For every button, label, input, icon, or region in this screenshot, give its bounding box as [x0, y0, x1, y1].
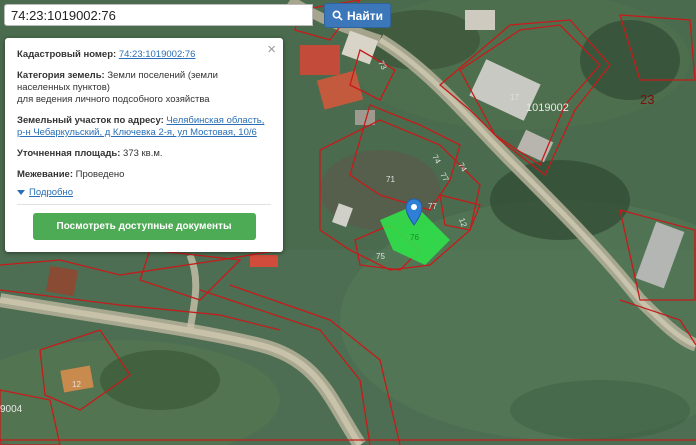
search-icon: [332, 10, 343, 21]
details-toggle[interactable]: Подробно: [17, 187, 271, 198]
selected-parcel-label: 76: [410, 233, 419, 242]
area-value: 373 кв.м.: [123, 148, 163, 159]
search-input[interactable]: [4, 4, 313, 26]
quarter-label: 23: [640, 92, 654, 107]
category-value-line1: Земли поселений (земли: [107, 70, 218, 81]
caret-down-icon: [17, 190, 25, 195]
cadastral-link[interactable]: 74:23:1019002:76: [119, 49, 196, 60]
cadastral-row: Кадастровый номер: 74:23:1019002:76: [17, 49, 271, 61]
parcel-label: 75: [376, 252, 385, 261]
view-documents-button[interactable]: Посмотреть доступные документы: [32, 213, 256, 240]
edge-label: 9004: [0, 404, 23, 415]
close-icon[interactable]: ×: [267, 42, 276, 57]
divider: [17, 204, 271, 205]
address-row: Земельный участок по адресу: Челябинская…: [17, 115, 271, 139]
parcel-label: 71: [386, 175, 395, 184]
category-row: Категория земель: Земли поселений (земли…: [17, 70, 271, 106]
survey-row: Межевание: Проведено: [17, 169, 271, 181]
cadastral-label: Кадастровый номер:: [17, 49, 117, 60]
area-label: Уточненная площадь:: [17, 148, 121, 159]
survey-label: Межевание:: [17, 169, 73, 180]
search-button-label: Найти: [347, 8, 383, 23]
category-value-line3: для ведения личного подсобного хозяйства: [17, 94, 210, 105]
category-value-line2: населенных пунктов): [17, 82, 110, 93]
category-label: Категория земель:: [17, 70, 105, 81]
parcel-label: 17: [510, 93, 519, 102]
address-label: Земельный участок по адресу:: [17, 115, 164, 126]
address-link-line1[interactable]: Челябинская область,: [166, 115, 264, 126]
address-link-line2[interactable]: р-н Чебаркульский, д Ключевка 2-я, ул Мо…: [17, 127, 257, 138]
details-link[interactable]: Подробно: [29, 187, 73, 198]
survey-value: Проведено: [75, 169, 125, 180]
area-row: Уточненная площадь: 373 кв.м.: [17, 148, 271, 160]
parcel-info-panel: × Кадастровый номер: 74:23:1019002:76 Ка…: [5, 38, 283, 252]
block-label: 1019002: [526, 102, 569, 114]
parcel-label: 12: [72, 380, 81, 389]
search-button[interactable]: Найти: [324, 3, 391, 28]
parcel-label: 77: [428, 202, 437, 211]
